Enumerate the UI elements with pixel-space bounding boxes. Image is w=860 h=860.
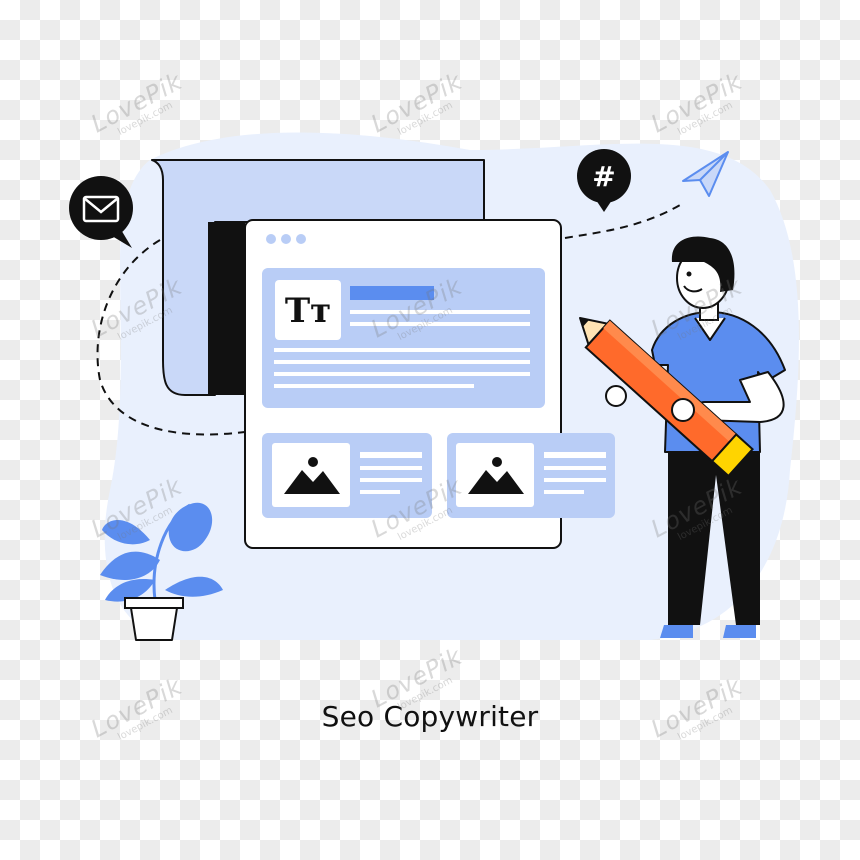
- hand: [605, 385, 627, 407]
- hashtag-glyph: #: [592, 160, 615, 193]
- illustration-caption: Seo Copywriter: [321, 700, 539, 733]
- window-dot: [296, 234, 306, 244]
- text-format-icon: Tт: [285, 291, 331, 331]
- browser-window: Tт: [244, 219, 615, 549]
- headline-bar: [350, 286, 434, 300]
- window-dot: [281, 234, 291, 244]
- hand: [671, 398, 695, 422]
- mail-icon: [69, 176, 133, 248]
- image-card: [447, 433, 615, 518]
- window-dot: [266, 234, 276, 244]
- image-card: [262, 433, 432, 518]
